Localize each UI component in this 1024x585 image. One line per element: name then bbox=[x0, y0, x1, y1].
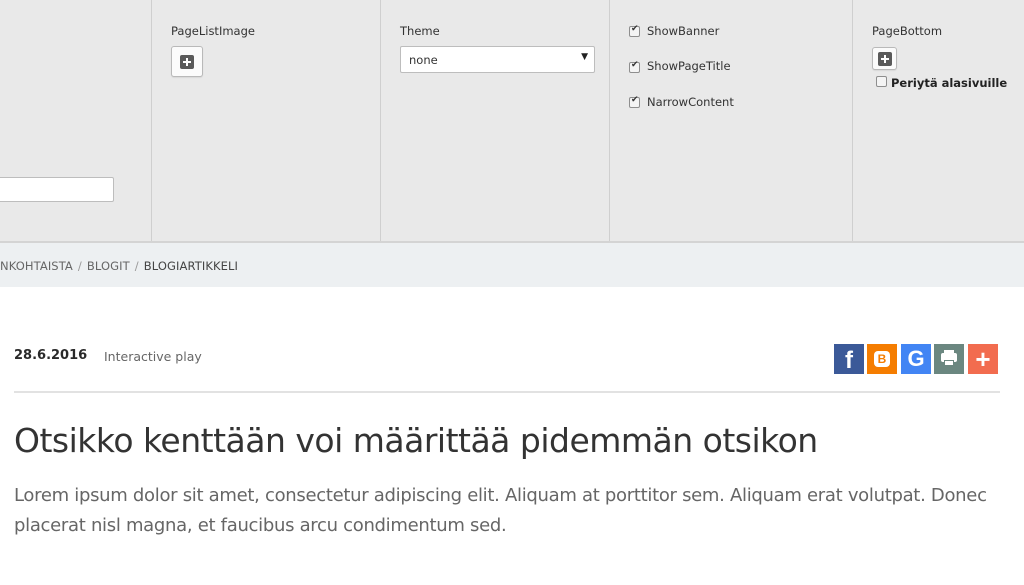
show-banner-checkbox[interactable] bbox=[629, 24, 640, 37]
google-share-button[interactable]: G bbox=[901, 344, 931, 374]
breadcrumb-item[interactable]: NKOHTAISTA bbox=[0, 259, 73, 273]
google-icon: G bbox=[907, 346, 925, 371]
theme-select-value: none bbox=[409, 53, 438, 67]
inherit-label: Periytä alasivuille bbox=[891, 76, 1008, 90]
show-page-title-checkbox[interactable] bbox=[629, 60, 640, 73]
page-properties-editor: PageListImage Theme none ▼ ShowBanner Sh… bbox=[0, 0, 1024, 243]
page-bottom-label: PageBottom bbox=[872, 24, 943, 38]
property-text-input[interactable] bbox=[0, 177, 114, 202]
article-date: 28.6.2016 bbox=[14, 348, 88, 363]
column-divider bbox=[151, 0, 152, 241]
article-lead: Lorem ipsum dolor sit amet, consectetur … bbox=[14, 485, 987, 536]
blogger-icon: B bbox=[874, 351, 890, 367]
print-button[interactable] bbox=[934, 344, 964, 374]
theme-select[interactable]: none ▼ bbox=[400, 46, 595, 73]
dropdown-arrow-icon: ▼ bbox=[581, 52, 588, 62]
page-list-image-label: PageListImage bbox=[171, 24, 255, 38]
facebook-share-button[interactable]: f bbox=[834, 344, 864, 374]
plus-icon bbox=[180, 54, 194, 69]
column-divider bbox=[380, 0, 381, 241]
page-bottom-add-button[interactable] bbox=[872, 47, 897, 70]
breadcrumb-bar: NKOHTAISTA / BLOGIT / BLOGIARTIKKELI bbox=[0, 243, 1024, 287]
breadcrumb-item[interactable]: BLOGIT bbox=[87, 259, 130, 273]
article-title: Otsikko kenttään voi määrittää pidemmän … bbox=[14, 421, 818, 460]
theme-label: Theme bbox=[400, 24, 440, 38]
breadcrumb-current: BLOGIARTIKKELI bbox=[143, 259, 238, 273]
article-author[interactable]: Interactive play bbox=[104, 349, 202, 364]
column-divider bbox=[609, 0, 610, 241]
breadcrumb-separator: / bbox=[134, 259, 139, 273]
column-divider bbox=[852, 0, 853, 241]
breadcrumb-separator: / bbox=[77, 259, 82, 273]
content-divider bbox=[14, 391, 1000, 393]
narrow-content-label: NarrowContent bbox=[647, 95, 734, 109]
inherit-checkbox[interactable] bbox=[876, 76, 887, 87]
show-banner-label: ShowBanner bbox=[647, 24, 720, 38]
blogger-share-button[interactable]: B bbox=[867, 344, 897, 374]
narrow-content-checkbox[interactable] bbox=[629, 95, 640, 108]
more-share-button[interactable]: + bbox=[968, 344, 998, 374]
plus-icon bbox=[877, 51, 892, 66]
facebook-icon: f bbox=[845, 347, 853, 374]
show-page-title-label: ShowPageTitle bbox=[647, 59, 731, 73]
more-icon: + bbox=[975, 344, 991, 374]
page-list-image-add-button[interactable] bbox=[171, 46, 203, 77]
breadcrumb: NKOHTAISTA / BLOGIT / BLOGIARTIKKELI bbox=[0, 259, 238, 273]
